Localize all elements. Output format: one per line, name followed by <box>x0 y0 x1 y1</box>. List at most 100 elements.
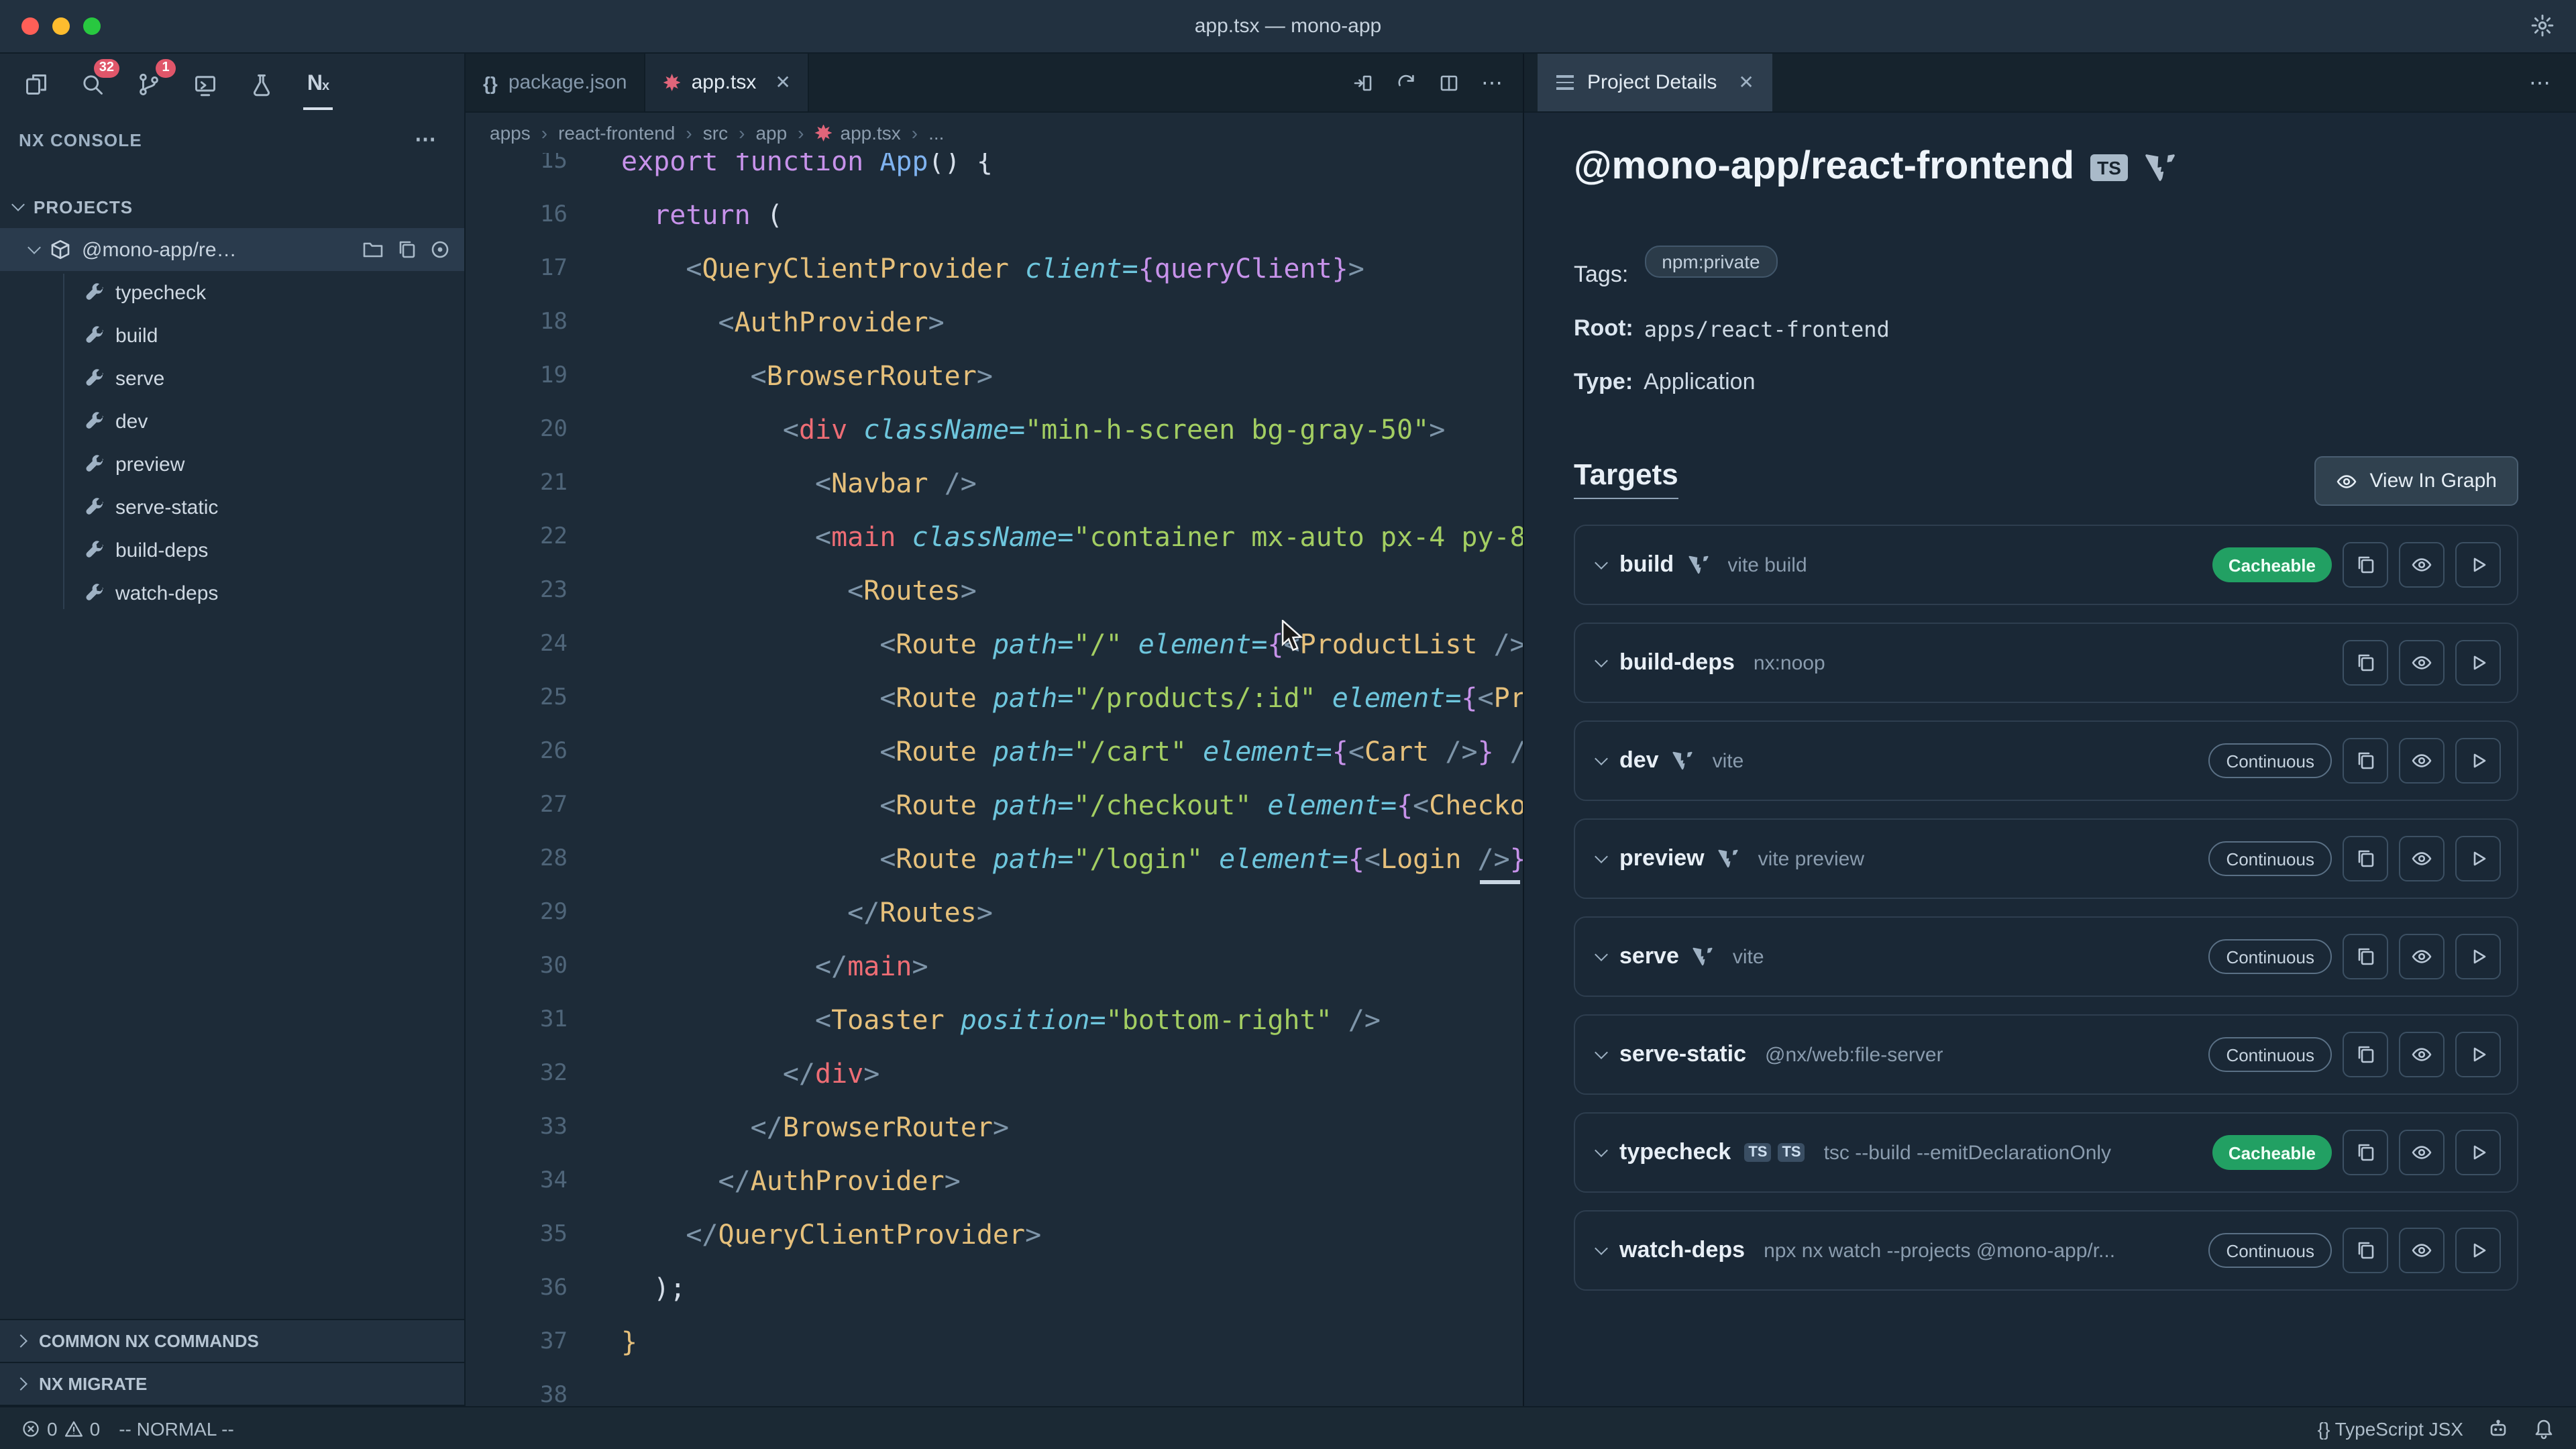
breadcrumb-item[interactable]: app <box>755 122 787 144</box>
notifications-bell-icon[interactable] <box>2533 1417 2555 1439</box>
copy-task-button[interactable] <box>2343 640 2388 686</box>
folder-icon[interactable] <box>362 239 384 260</box>
code-line[interactable]: 25 <Route path="/products/:id" element={… <box>466 671 1523 724</box>
code-line[interactable]: 21 <Navbar /> <box>466 456 1523 510</box>
copilot-icon[interactable] <box>2487 1417 2509 1439</box>
code-editor[interactable]: 15 export function App() { 16 return ( 1… <box>466 153 1523 1406</box>
run-task-button[interactable] <box>2455 1130 2501 1175</box>
code-line[interactable]: 26 <Route path="/cart" element={<Cart />… <box>466 724 1523 778</box>
sidebar-target-row[interactable]: watch-deps <box>0 572 464 614</box>
copy-task-button[interactable] <box>2343 1228 2388 1273</box>
target-card[interactable]: build-deps nx:noop <box>1574 623 2518 703</box>
copy-task-button[interactable] <box>2343 1130 2388 1175</box>
target-card[interactable]: watch-deps npx nx watch --projects @mono… <box>1574 1210 2518 1291</box>
run-task-button[interactable] <box>2455 640 2501 686</box>
run-task-button[interactable] <box>2455 738 2501 784</box>
language-indicator[interactable]: {} TypeScript JSX <box>2318 1417 2463 1439</box>
code-line[interactable]: 36 ); <box>466 1261 1523 1315</box>
target-card[interactable]: preview vite preview Continuous <box>1574 818 2518 899</box>
view-task-button[interactable] <box>2399 542 2445 588</box>
explorer-button[interactable] <box>11 59 62 110</box>
breadcrumb-item[interactable]: apps <box>490 122 531 144</box>
code-line[interactable]: 22 <main className="container mx-auto px… <box>466 510 1523 564</box>
sidebar-more-icon[interactable]: ⋯ <box>415 126 437 153</box>
view-task-button[interactable] <box>2399 1032 2445 1077</box>
settings-gear-icon[interactable] <box>2530 13 2555 38</box>
view-task-button[interactable] <box>2399 836 2445 881</box>
breadcrumb-item[interactable]: src <box>703 122 728 144</box>
copy-task-button[interactable] <box>2343 934 2388 979</box>
code-line[interactable]: 37 } <box>466 1315 1523 1368</box>
code-line[interactable]: 31 <Toaster position="bottom-right" /> <box>466 993 1523 1046</box>
editor-tab[interactable]: {} package.json ✕ <box>466 54 646 111</box>
search-button[interactable]: 32 <box>67 59 118 110</box>
sidebar-target-row[interactable]: typecheck <box>0 271 464 314</box>
sidebar-target-row[interactable]: preview <box>0 443 464 486</box>
remote-explorer-button[interactable] <box>180 59 231 110</box>
code-line[interactable]: 18 <AuthProvider> <box>466 295 1523 349</box>
panel-more-icon[interactable]: ⋯ <box>2529 54 2576 111</box>
code-line[interactable]: 20 <div className="min-h-screen bg-gray-… <box>466 402 1523 456</box>
sidebar-target-row[interactable]: serve <box>0 357 464 400</box>
copy-icon[interactable] <box>396 239 417 260</box>
split-editor-icon[interactable] <box>1438 72 1460 93</box>
sidebar-target-row[interactable]: serve-static <box>0 486 464 529</box>
breadcrumb-item[interactable]: react-frontend <box>558 122 675 144</box>
minimize-window-button[interactable] <box>52 17 70 35</box>
refresh-icon[interactable] <box>1395 72 1417 93</box>
nx-console-button[interactable]: Nx <box>292 59 343 110</box>
run-task-button[interactable] <box>2455 1032 2501 1077</box>
code-line[interactable]: 30 </main> <box>466 939 1523 993</box>
run-task-button[interactable] <box>2455 1228 2501 1273</box>
project-row[interactable]: @mono-app/rea... <box>0 228 464 271</box>
view-task-button[interactable] <box>2399 738 2445 784</box>
common-nx-commands-row[interactable]: COMMON NX COMMANDS <box>0 1320 464 1363</box>
code-line[interactable]: 29 </Routes> <box>466 885 1523 939</box>
breadcrumb-item[interactable]: ... <box>928 122 944 144</box>
code-line[interactable]: 23 <Routes> <box>466 564 1523 617</box>
target-card[interactable]: serve-static @nx/web:file-server Continu… <box>1574 1014 2518 1095</box>
project-details-tab[interactable]: Project Details ✕ <box>1538 54 1773 111</box>
target-card[interactable]: typecheck TSTS tsc --build --emitDeclara… <box>1574 1112 2518 1193</box>
code-line[interactable]: 38 <box>466 1368 1523 1406</box>
sidebar-target-row[interactable]: build-deps <box>0 529 464 572</box>
copy-task-button[interactable] <box>2343 738 2388 784</box>
zoom-window-button[interactable] <box>83 17 101 35</box>
target-card[interactable]: build vite build Cacheable <box>1574 525 2518 605</box>
view-task-button[interactable] <box>2399 640 2445 686</box>
view-in-graph-button[interactable]: View In Graph <box>2314 456 2518 506</box>
code-line[interactable]: 19 <BrowserRouter> <box>466 349 1523 402</box>
breadcrumb-item[interactable]: app.tsx <box>815 122 901 144</box>
nx-migrate-row[interactable]: NX MIGRATE <box>0 1363 464 1406</box>
view-task-button[interactable] <box>2399 934 2445 979</box>
code-line[interactable]: 27 <Route path="/checkout" element={<Che… <box>466 778 1523 832</box>
view-task-button[interactable] <box>2399 1228 2445 1273</box>
vim-mode-indicator[interactable]: -- NORMAL -- <box>119 1417 234 1439</box>
code-line[interactable]: 34 </AuthProvider> <box>466 1154 1523 1208</box>
code-line[interactable]: 16 return ( <box>466 188 1523 241</box>
run-task-button[interactable] <box>2455 836 2501 881</box>
code-line[interactable]: 28 <Route path="/login" element={<Login … <box>466 832 1523 885</box>
close-window-button[interactable] <box>21 17 39 35</box>
code-line[interactable]: 15 export function App() { <box>466 153 1523 188</box>
problems-indicator[interactable]: 0 0 <box>21 1417 100 1439</box>
code-line[interactable]: 24 <Route path="/" element={<ProductList… <box>466 617 1523 671</box>
source-control-button[interactable]: 1 <box>123 59 174 110</box>
sidebar-target-row[interactable]: build <box>0 314 464 357</box>
code-line[interactable]: 35 </QueryClientProvider> <box>466 1208 1523 1261</box>
view-task-button[interactable] <box>2399 1130 2445 1175</box>
editor-tab[interactable]: app.tsx ✕ <box>646 54 810 111</box>
sidebar-target-row[interactable]: dev <box>0 400 464 443</box>
projects-section-row[interactable]: PROJECTS <box>0 185 464 228</box>
code-line[interactable]: 33 </BrowserRouter> <box>466 1100 1523 1154</box>
target-card[interactable]: dev vite Continuous <box>1574 720 2518 801</box>
code-line[interactable]: 17 <QueryClientProvider client={queryCli… <box>466 241 1523 295</box>
target-card[interactable]: serve vite Continuous <box>1574 916 2518 997</box>
target-icon[interactable] <box>429 239 451 260</box>
close-icon[interactable]: ✕ <box>775 71 790 94</box>
open-to-side-icon[interactable] <box>1352 72 1374 93</box>
copy-task-button[interactable] <box>2343 836 2388 881</box>
testing-button[interactable] <box>236 59 287 110</box>
run-task-button[interactable] <box>2455 934 2501 979</box>
run-task-button[interactable] <box>2455 542 2501 588</box>
